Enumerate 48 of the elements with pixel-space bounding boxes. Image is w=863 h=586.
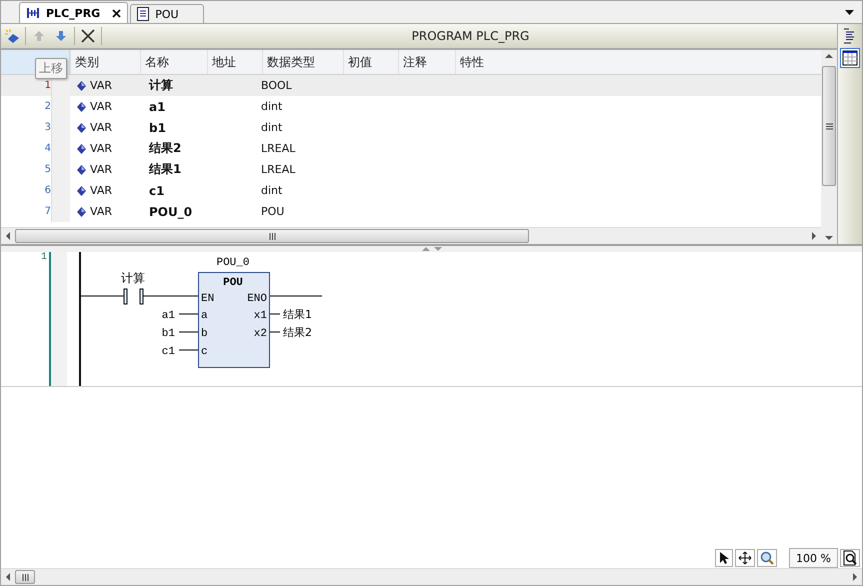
table-cell-text: dint [260,121,284,134]
pin-label: x2 [254,328,267,340]
table-cell-text: dint [260,184,284,197]
table-cell-text: b1 [148,120,167,134]
table-cell-text: VAR [89,79,113,92]
line-number: 6 [44,184,51,196]
tab-label: POU [155,8,179,20]
pin-label: ENO [247,293,267,305]
tab-label: PLC_PRG [46,6,100,20]
line-number: 7 [44,205,51,217]
table-cell-text: VAR [89,121,113,134]
table-cell-text: VAR [89,100,113,113]
table-cell-text: POU_0 [148,204,194,218]
program-title: PROGRAM PLC_PRG [410,29,530,43]
pin-label: x1 [254,310,267,322]
block-type: POU [223,277,243,289]
variable-label: 结果1 [283,308,312,321]
pin-label: EN [201,293,214,305]
network-number: 1 [40,252,48,265]
table-cell-text: 结果2 [148,140,182,157]
variable-label: c1 [162,346,175,358]
tooltip: 上移 [35,58,67,79]
pin-label: a [201,310,208,322]
variable-label: a1 [162,310,175,322]
table-cell-text: LREAL [260,163,296,176]
table-cell-text: VAR [89,163,113,176]
line-number: 5 [44,163,51,175]
table-cell-text: a1 [148,100,166,114]
variable-label: b1 [162,328,175,340]
variable-label: 结果2 [283,326,312,339]
table-cell-text: LREAL [260,142,296,155]
table-cell-text: 结果1 [148,161,182,178]
pin-label: b [201,328,208,340]
table-cell-text: 计算 [148,77,174,94]
line-number: 1 [44,79,51,91]
pin-label: c [201,346,208,358]
table-cell-text: BOOL [260,79,293,92]
table-cell-text: VAR [89,184,113,197]
line-number: 2 [44,100,51,112]
line-number: 4 [44,142,51,154]
contact-label: 计算 [121,271,145,285]
table-cell-text: POU [260,205,286,218]
table-cell-text: VAR [89,142,113,155]
instance-label: POU_0 [216,257,250,269]
line-number: 3 [44,121,51,133]
table-cell-text: VAR [89,205,113,218]
table-cell-text: c1 [148,184,166,198]
table-cell-text: dint [260,100,284,113]
